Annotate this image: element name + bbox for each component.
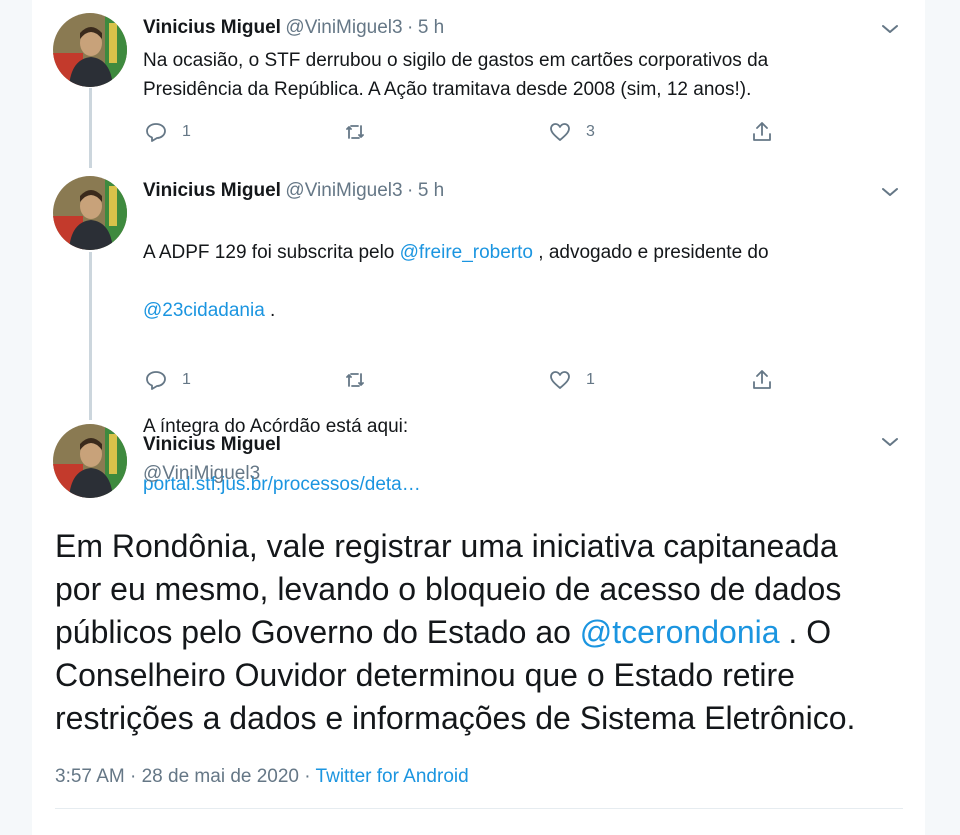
text-line: . O xyxy=(779,614,832,650)
main-tweet-text: Em Rondônia, vale registrar uma iniciati… xyxy=(55,525,915,740)
text-line: restrições a dados e informações de Sist… xyxy=(55,700,856,736)
chevron-down-icon[interactable] xyxy=(878,17,902,41)
like-icon xyxy=(550,371,570,389)
share-icon xyxy=(753,370,771,389)
separator: · xyxy=(407,17,414,38)
share-button[interactable] xyxy=(750,368,774,392)
text-line: Conselheiro Ouvidor determinou que o Est… xyxy=(55,657,795,693)
author-name[interactable]: Vinicius Miguel xyxy=(143,434,281,456)
reply-icon xyxy=(146,123,166,142)
like-count: 3 xyxy=(586,123,595,140)
source-link[interactable]: Twitter for Android xyxy=(316,766,469,787)
reply-button[interactable]: 1 xyxy=(144,368,191,392)
mention-link[interactable]: @23cidadania xyxy=(143,300,265,321)
tweet-header: Vinicius Miguel @ViniMiguel3 · 5 h xyxy=(143,17,444,39)
like-button[interactable]: 3 xyxy=(548,120,595,144)
chevron-down-icon[interactable] xyxy=(878,180,902,204)
share-icon xyxy=(753,122,771,141)
tweet-time[interactable]: 5 h xyxy=(418,180,444,201)
author-handle[interactable]: @ViniMiguel3 xyxy=(285,17,402,38)
text-line: Em Rondônia, vale registrar uma iniciati… xyxy=(55,528,838,564)
avatar[interactable] xyxy=(53,424,127,498)
avatar[interactable] xyxy=(53,176,127,250)
retweet-icon xyxy=(346,125,364,139)
separator: · xyxy=(407,180,414,201)
mention-link[interactable]: @freire_roberto xyxy=(400,242,533,263)
divider xyxy=(55,808,903,809)
like-count: 1 xyxy=(586,371,595,388)
chevron-down-icon[interactable] xyxy=(878,430,902,454)
thread-connector xyxy=(89,88,92,168)
author-handle[interactable]: @ViniMiguel3 xyxy=(285,180,402,201)
thread-connector xyxy=(89,252,92,420)
text-line: por eu mesmo, levando o bloqueio de aces… xyxy=(55,571,842,607)
reply-count: 1 xyxy=(182,371,191,388)
text-line: públicos pelo Governo do Estado ao xyxy=(55,614,580,650)
text-segment: A ADPF 129 foi subscrita pelo xyxy=(143,242,400,263)
text-segment: . xyxy=(264,300,276,321)
reply-icon xyxy=(146,371,166,390)
retweet-button[interactable] xyxy=(343,368,381,392)
retweet-button[interactable] xyxy=(343,120,381,144)
mention-link[interactable]: @tcerondonia xyxy=(580,614,780,650)
reply-count: 1 xyxy=(182,123,191,140)
like-button[interactable]: 1 xyxy=(548,368,595,392)
author-name[interactable]: Vinicius Miguel xyxy=(143,17,281,38)
avatar[interactable] xyxy=(53,13,127,87)
reply-button[interactable]: 1 xyxy=(144,120,191,144)
retweet-icon xyxy=(346,373,364,387)
like-icon xyxy=(550,123,570,141)
tweet-time[interactable]: 5 h xyxy=(418,17,444,38)
text-segment: , advogado e presidente do xyxy=(532,242,769,263)
tweet-text: Na ocasião, o STF derrubou o sigilo de g… xyxy=(143,50,769,100)
timestamp[interactable]: 3:57 AM · 28 de mai de 2020 · xyxy=(55,766,316,787)
tweet-header: Vinicius Miguel @ViniMiguel3 · 5 h xyxy=(143,180,444,202)
author-name[interactable]: Vinicius Miguel xyxy=(143,180,281,201)
author-handle[interactable]: @ViniMiguel3 xyxy=(143,463,260,485)
tweet-meta: 3:57 AM · 28 de mai de 2020 · Twitter fo… xyxy=(55,766,469,788)
share-button[interactable] xyxy=(750,120,774,144)
